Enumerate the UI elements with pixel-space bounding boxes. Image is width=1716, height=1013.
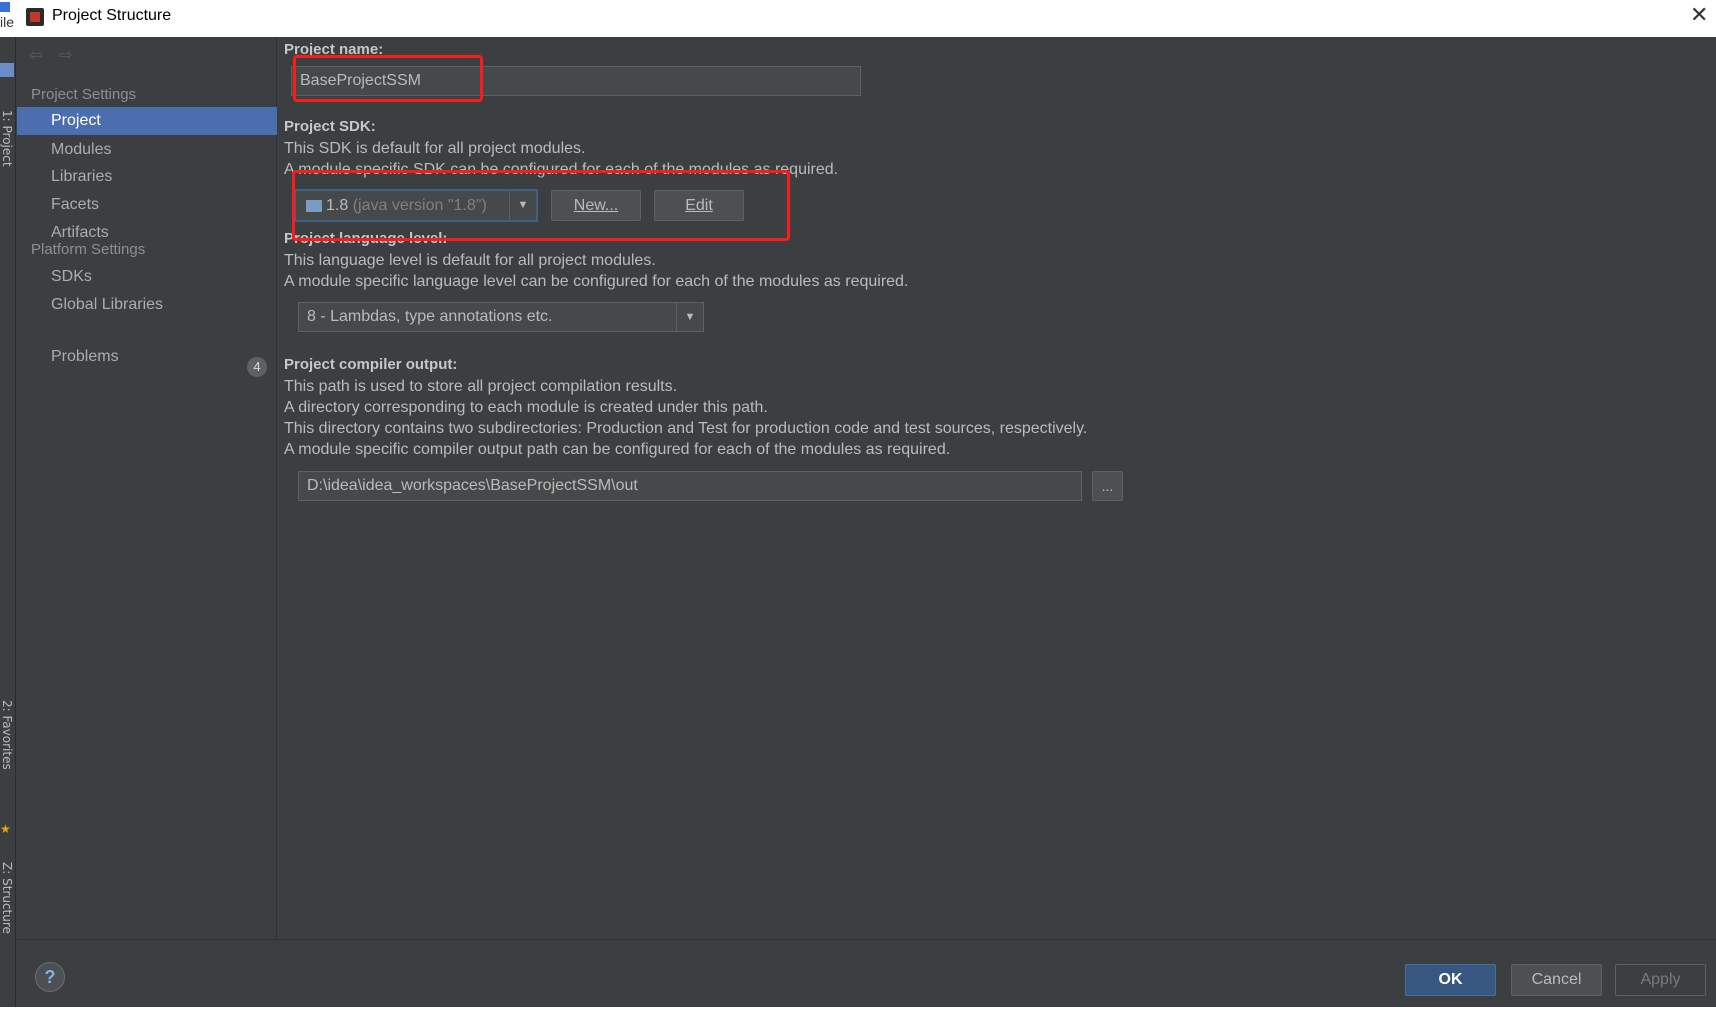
compiler-output-label: Project compiler output: [284,356,458,373]
compiler-output-path-input[interactable]: D:\idea\idea_workspaces\BaseProjectSSM\o… [298,471,1082,501]
sidebar-item-label: Libraries [51,168,113,185]
chevron-down-icon[interactable]: ▼ [509,191,536,220]
jdk-folder-icon [306,199,322,212]
project-sdk-label: Project SDK: [284,118,376,135]
language-level-value: 8 - Lambdas, type annotations etc. [307,308,553,325]
sdk-version-hint: (java version "1.8") [352,197,487,214]
language-level-combobox[interactable]: 8 - Lambdas, type annotations etc. ▼ [298,302,704,332]
forward-arrow-icon[interactable]: ⇨ [59,45,72,64]
sidebar-item-label: Project [51,112,101,129]
browse-button[interactable]: ... [1092,471,1123,501]
sdk-edit-label: Edit [685,197,713,214]
help-button[interactable]: ? [35,962,65,992]
language-description-2: A module specific language level can be … [284,273,909,290]
sidebar-item-project[interactable]: Project [17,107,277,135]
platform-settings-header: Platform Settings [31,241,146,258]
dialog-titlebar [16,0,1716,37]
problems-count-badge: 4 [247,357,267,377]
ide-favorites-tab[interactable]: 2: Favorites [0,700,14,770]
ide-project-tab[interactable]: 1: Project [0,110,14,167]
sdk-description-1: This SDK is default for all project modu… [284,140,586,157]
sidebar-item-label: Modules [51,141,112,158]
sidebar-item-label: Facets [51,196,100,213]
output-description-4: A module specific compiler output path c… [284,441,951,458]
sidebar-item-label: SDKs [51,268,92,285]
project-settings-header: Project Settings [31,86,137,103]
ide-menu-strip: ile [0,0,16,37]
sdk-description-2: A module specific SDK can be configured … [284,161,839,178]
sidebar-item-facets[interactable]: Facets [17,191,277,219]
sdk-new-label: New... [573,197,619,214]
ide-menu-fragment[interactable]: ile [0,14,14,30]
ide-folder-icon [0,63,14,77]
sdk-value: 1.8 [326,197,349,214]
star-icon: ★ [0,822,11,836]
intellij-app-icon [26,8,44,26]
apply-button[interactable]: Apply [1615,964,1706,996]
sidebar-item-label: Artifacts [51,224,109,241]
output-description-2: A directory corresponding to each module… [284,399,768,416]
output-description-1: This path is used to store all project c… [284,378,678,395]
ide-app-icon [0,2,10,12]
ide-status-strip [0,1007,1716,1013]
project-name-label: Project name: [284,41,384,58]
settings-sidebar: ⇦ ⇨ Project Settings Project Modules Lib… [17,37,277,939]
back-arrow-icon[interactable]: ⇦ [29,45,42,64]
language-level-label: Project language level: [284,230,448,247]
sdk-edit-button[interactable]: Edit [654,190,744,221]
sdk-combobox[interactable]: 1.8 (java version "1.8") ▼ [294,189,538,222]
sidebar-item-label: Global Libraries [51,296,164,313]
sidebar-item-libraries[interactable]: Libraries [17,163,277,191]
language-description-1: This language level is default for all p… [284,252,656,269]
close-icon[interactable]: ✕ [1690,3,1708,28]
ok-button[interactable]: OK [1405,964,1496,996]
sdk-new-button[interactable]: New... [551,190,641,221]
cancel-button[interactable]: Cancel [1511,964,1602,996]
sidebar-item-global-libraries[interactable]: Global Libraries [17,291,277,319]
sidebar-item-label: Problems [51,348,119,365]
sidebar-item-problems[interactable]: Problems [17,343,277,371]
chevron-down-icon[interactable]: ▼ [676,303,703,331]
sidebar-item-sdks[interactable]: SDKs [17,263,277,291]
project-name-input[interactable]: BaseProjectSSM [291,66,861,96]
dialog-title: Project Structure [52,7,172,24]
sidebar-item-modules[interactable]: Modules [17,136,277,164]
ide-structure-tab[interactable]: Z: Structure [0,862,14,934]
output-description-3: This directory contains two subdirectori… [284,420,1088,437]
